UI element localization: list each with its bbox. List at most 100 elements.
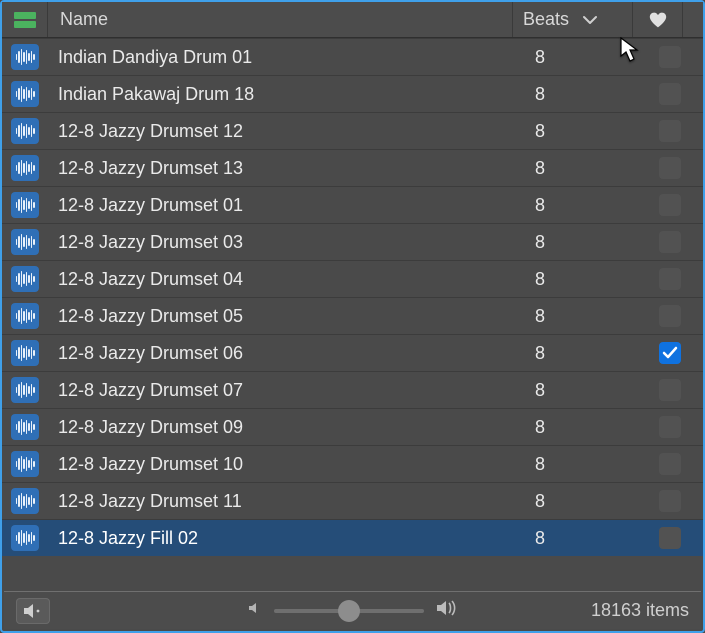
rows-icon bbox=[14, 12, 36, 28]
loop-name: 12-8 Jazzy Drumset 06 bbox=[48, 343, 525, 364]
favorite-checkbox[interactable] bbox=[659, 83, 681, 105]
favorite-checkbox[interactable] bbox=[659, 416, 681, 438]
table-row[interactable]: 12-8 Jazzy Drumset 038 bbox=[2, 223, 703, 260]
favorite-checkbox[interactable] bbox=[659, 268, 681, 290]
loop-type-cell bbox=[2, 377, 48, 403]
loop-beats: 8 bbox=[525, 417, 645, 438]
loop-beats: 8 bbox=[525, 232, 645, 253]
audio-loop-icon bbox=[11, 488, 39, 514]
column-header-beats-label: Beats bbox=[523, 9, 569, 30]
table-row[interactable]: 12-8 Jazzy Drumset 048 bbox=[2, 260, 703, 297]
loop-beats: 8 bbox=[525, 380, 645, 401]
favorite-cell bbox=[645, 268, 695, 290]
favorite-checkbox[interactable] bbox=[659, 157, 681, 179]
loop-name: 12-8 Jazzy Drumset 09 bbox=[48, 417, 525, 438]
favorite-checkbox[interactable] bbox=[659, 527, 681, 549]
loop-beats: 8 bbox=[525, 84, 645, 105]
loop-type-cell bbox=[2, 340, 48, 366]
volume-control bbox=[248, 599, 458, 622]
volume-slider[interactable] bbox=[274, 609, 424, 613]
column-header-favorite[interactable] bbox=[633, 2, 683, 37]
favorite-cell bbox=[645, 416, 695, 438]
loop-type-cell bbox=[2, 192, 48, 218]
speaker-min-icon bbox=[248, 601, 262, 620]
favorite-cell bbox=[645, 379, 695, 401]
loop-name: 12-8 Jazzy Drumset 11 bbox=[48, 491, 525, 512]
item-count-label: 18163 items bbox=[591, 600, 689, 621]
loop-name: 12-8 Jazzy Drumset 10 bbox=[48, 454, 525, 475]
favorite-checkbox[interactable] bbox=[659, 120, 681, 142]
loop-type-cell bbox=[2, 229, 48, 255]
favorite-cell bbox=[645, 453, 695, 475]
table-row[interactable]: 12-8 Jazzy Drumset 108 bbox=[2, 445, 703, 482]
favorite-checkbox[interactable] bbox=[659, 231, 681, 253]
favorite-checkbox[interactable] bbox=[659, 46, 681, 68]
audio-loop-icon bbox=[11, 266, 39, 292]
loop-type-cell bbox=[2, 266, 48, 292]
loop-beats: 8 bbox=[525, 121, 645, 142]
volume-thumb[interactable] bbox=[338, 600, 360, 622]
column-header-name[interactable]: Name bbox=[48, 2, 513, 37]
audio-loop-icon bbox=[11, 81, 39, 107]
favorite-checkbox[interactable] bbox=[659, 379, 681, 401]
header-spacer bbox=[683, 2, 703, 37]
audio-loop-icon bbox=[11, 414, 39, 440]
loop-beats: 8 bbox=[525, 195, 645, 216]
loop-beats: 8 bbox=[525, 528, 645, 549]
audio-loop-icon bbox=[11, 44, 39, 70]
favorite-checkbox[interactable] bbox=[659, 453, 681, 475]
table-row[interactable]: 12-8 Jazzy Drumset 118 bbox=[2, 482, 703, 519]
loop-name: 12-8 Jazzy Drumset 03 bbox=[48, 232, 525, 253]
loop-type-cell bbox=[2, 118, 48, 144]
loop-name: 12-8 Jazzy Drumset 07 bbox=[48, 380, 525, 401]
table-row[interactable]: 12-8 Jazzy Fill 028 bbox=[2, 519, 703, 556]
table-row[interactable]: 12-8 Jazzy Drumset 098 bbox=[2, 408, 703, 445]
column-header-name-label: Name bbox=[60, 9, 108, 30]
favorite-checkbox[interactable] bbox=[659, 305, 681, 327]
loop-name: Indian Pakawaj Drum 18 bbox=[48, 84, 525, 105]
loop-beats: 8 bbox=[525, 454, 645, 475]
loop-type-cell bbox=[2, 488, 48, 514]
preview-button[interactable] bbox=[16, 598, 50, 624]
table-row[interactable]: 12-8 Jazzy Drumset 138 bbox=[2, 149, 703, 186]
favorite-cell bbox=[645, 527, 695, 549]
table-row[interactable]: 12-8 Jazzy Drumset 068 bbox=[2, 334, 703, 371]
loop-beats: 8 bbox=[525, 158, 645, 179]
table-row[interactable]: Indian Dandiya Drum 018 bbox=[2, 38, 703, 75]
loop-name: 12-8 Jazzy Drumset 13 bbox=[48, 158, 525, 179]
favorite-cell bbox=[645, 83, 695, 105]
column-header-beats[interactable]: Beats bbox=[513, 2, 633, 37]
loop-beats: 8 bbox=[525, 269, 645, 290]
audio-loop-icon bbox=[11, 192, 39, 218]
audio-loop-icon bbox=[11, 340, 39, 366]
favorite-checkbox[interactable] bbox=[659, 342, 681, 364]
speaker-max-icon bbox=[436, 599, 458, 622]
favorite-cell bbox=[645, 305, 695, 327]
loop-beats: 8 bbox=[525, 491, 645, 512]
loop-list[interactable]: Indian Dandiya Drum 018Indian Pakawaj Dr… bbox=[2, 38, 703, 593]
table-row[interactable]: 12-8 Jazzy Drumset 058 bbox=[2, 297, 703, 334]
heart-icon bbox=[648, 11, 668, 29]
chevron-down-icon bbox=[583, 15, 597, 25]
loop-type-cell bbox=[2, 155, 48, 181]
favorite-checkbox[interactable] bbox=[659, 194, 681, 216]
audio-loop-icon bbox=[11, 525, 39, 551]
loop-name: 12-8 Jazzy Fill 02 bbox=[48, 528, 525, 549]
favorite-checkbox[interactable] bbox=[659, 490, 681, 512]
audio-loop-icon bbox=[11, 451, 39, 477]
view-toggle-button[interactable] bbox=[2, 2, 48, 37]
favorite-cell bbox=[645, 157, 695, 179]
table-row[interactable]: Indian Pakawaj Drum 188 bbox=[2, 75, 703, 112]
loop-name: 12-8 Jazzy Drumset 05 bbox=[48, 306, 525, 327]
table-row[interactable]: 12-8 Jazzy Drumset 128 bbox=[2, 112, 703, 149]
favorite-cell bbox=[645, 342, 695, 364]
loop-type-cell bbox=[2, 81, 48, 107]
table-row[interactable]: 12-8 Jazzy Drumset 018 bbox=[2, 186, 703, 223]
favorite-cell bbox=[645, 46, 695, 68]
loop-type-cell bbox=[2, 451, 48, 477]
audio-loop-icon bbox=[11, 303, 39, 329]
loop-name: 12-8 Jazzy Drumset 12 bbox=[48, 121, 525, 142]
audio-loop-icon bbox=[11, 118, 39, 144]
audio-loop-icon bbox=[11, 229, 39, 255]
table-row[interactable]: 12-8 Jazzy Drumset 078 bbox=[2, 371, 703, 408]
